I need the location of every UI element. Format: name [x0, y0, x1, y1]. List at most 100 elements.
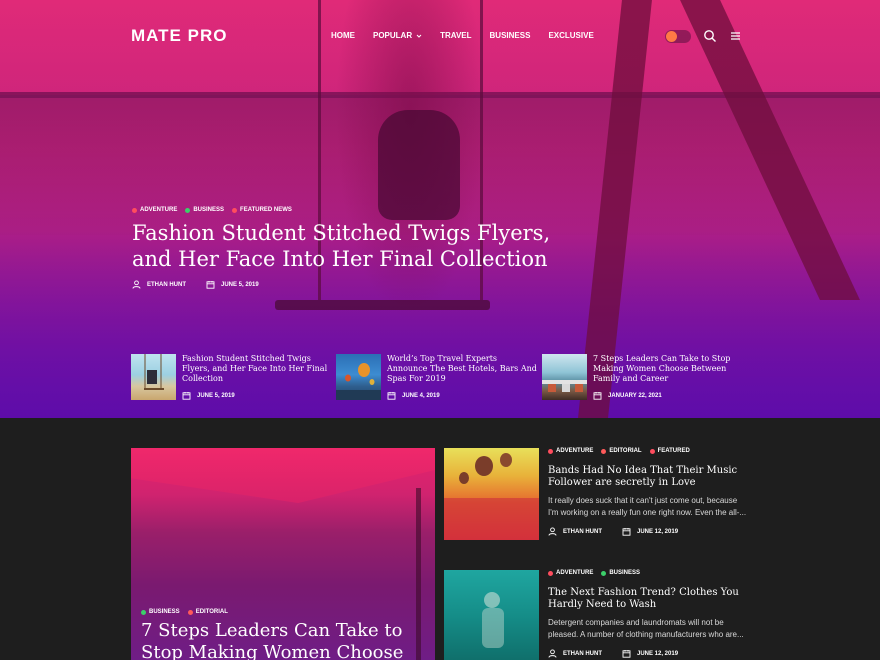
post-card[interactable]: ADVENTURE EDITORIAL FEATURED Bands Had N…	[444, 448, 754, 540]
card-title[interactable]: The Next Fashion Trend? Clothes You Hard…	[548, 587, 753, 611]
category-dot	[649, 448, 655, 454]
nav-label: BUSINESS	[489, 31, 531, 40]
post-thumbnail[interactable]	[444, 570, 539, 660]
card-categories: ADVENTURE EDITORIAL FEATURED	[548, 448, 753, 454]
category-label: FEATURED NEWS	[240, 207, 292, 213]
category-label: FEATURED	[657, 448, 690, 454]
post-thumbnail[interactable]	[336, 354, 381, 400]
calendar-icon	[622, 650, 631, 658]
category-editorial[interactable]: EDITORIAL	[601, 448, 642, 454]
category-label: EDITORIAL	[195, 609, 228, 615]
nav-popular[interactable]: POPULAR	[373, 31, 422, 40]
site-logo[interactable]: MATE PRO	[131, 26, 227, 46]
hamburger-icon	[731, 32, 740, 40]
category-featured[interactable]: FEATURED	[649, 448, 690, 454]
post-date: JUNE 5, 2019	[221, 281, 259, 288]
card-meta: ETHAN HUNT JUNE 12, 2019	[548, 527, 753, 536]
post-date: JUNE 12, 2019	[637, 528, 679, 535]
backpack	[378, 110, 460, 220]
dark-mode-toggle[interactable]	[665, 30, 691, 43]
excerpt-line: pleased. A number of clothing manufactur…	[548, 630, 744, 639]
author-name[interactable]: ETHAN HUNT	[563, 529, 602, 535]
calendar-icon	[593, 392, 602, 400]
nav-label: HOME	[331, 31, 355, 40]
hero-meta: ETHAN HUNT JUNE 5, 2019	[132, 280, 259, 289]
category-dot	[141, 609, 146, 615]
user-icon	[548, 527, 557, 536]
post-date: JANUARY 22, 2021	[608, 392, 662, 399]
nav-exclusive[interactable]: EXCLUSIVE	[548, 31, 593, 40]
sun-icon	[666, 31, 677, 42]
menu-button[interactable]	[729, 29, 743, 43]
post-meta: JANUARY 22, 2021	[593, 391, 662, 400]
category-adventure[interactable]: ADVENTURE	[132, 207, 177, 213]
category-dot	[548, 570, 553, 576]
search-button[interactable]	[703, 29, 717, 43]
featured-categories: BUSINESS EDITORIAL	[141, 609, 228, 615]
category-dot	[132, 207, 137, 213]
category-label: BUSINESS	[193, 207, 225, 213]
card-body: ADVENTURE BUSINESS The Next Fashion Tren…	[548, 570, 753, 658]
category-featured-news[interactable]: FEATURED NEWS	[232, 207, 292, 213]
nav-business[interactable]: BUSINESS	[490, 31, 531, 40]
post-title[interactable]: Fashion Student Stitched Twigs Flyers, a…	[182, 354, 332, 384]
featured-title[interactable]: 7 Steps Leaders Can Take to Stop Making …	[141, 620, 431, 660]
category-dot	[601, 448, 607, 454]
card-title[interactable]: Bands Had No Idea That Their Music Follo…	[548, 465, 753, 489]
author-name[interactable]: ETHAN HUNT	[147, 282, 186, 288]
user-icon	[132, 280, 141, 289]
post-thumbnail[interactable]	[542, 354, 587, 400]
nav-home[interactable]: HOME	[331, 31, 355, 40]
hero-title[interactable]: Fashion Student Stitched Twigs Flyers, a…	[132, 220, 552, 272]
nav-label: POPULAR	[373, 31, 413, 40]
category-label: ADVENTURE	[556, 570, 594, 576]
category-dot	[232, 207, 238, 213]
category-adventure[interactable]: ADVENTURE	[548, 448, 593, 454]
excerpt-line: I'm working on a really fun one right no…	[548, 508, 747, 517]
post-title[interactable]: World’s Top Travel Experts Announce The …	[387, 354, 537, 384]
swing-seat	[275, 300, 490, 310]
user-icon	[548, 649, 557, 658]
post-meta: JUNE 4, 2019	[387, 391, 440, 400]
search-icon	[704, 30, 716, 42]
category-dot	[185, 207, 191, 213]
nav-travel[interactable]: TRAVEL	[440, 31, 471, 40]
author-name[interactable]: ETHAN HUNT	[563, 651, 602, 657]
mini-post[interactable]: World’s Top Travel Experts Announce The …	[336, 354, 537, 402]
card-body: ADVENTURE EDITORIAL FEATURED Bands Had N…	[548, 448, 753, 536]
post-date: JUNE 5, 2019	[197, 392, 235, 399]
category-editorial[interactable]: EDITORIAL	[187, 609, 228, 615]
mini-post[interactable]: Fashion Student Stitched Twigs Flyers, a…	[131, 354, 331, 402]
category-label: EDITORIAL	[609, 448, 642, 454]
category-dot	[548, 448, 553, 454]
post-meta: JUNE 5, 2019	[182, 391, 235, 400]
post-card[interactable]: ADVENTURE BUSINESS The Next Fashion Tren…	[444, 570, 754, 660]
category-label: BUSINESS	[609, 570, 641, 576]
category-label: BUSINESS	[149, 609, 180, 615]
card-excerpt: It really does suck that it can't just c…	[548, 495, 753, 519]
mini-post[interactable]: 7 Steps Leaders Can Take to Stop Making …	[542, 354, 742, 402]
category-business[interactable]: BUSINESS	[141, 609, 180, 615]
calendar-icon	[387, 392, 396, 400]
category-business[interactable]: BUSINESS	[185, 207, 224, 213]
post-date: JUNE 12, 2019	[637, 650, 679, 657]
excerpt-line: Detergent companies and laundromats will…	[548, 618, 724, 627]
featured-post[interactable]: BUSINESS EDITORIAL 7 Steps Leaders Can T…	[131, 448, 435, 660]
calendar-icon	[206, 281, 215, 289]
category-dot	[601, 570, 607, 576]
post-title[interactable]: 7 Steps Leaders Can Take to Stop Making …	[593, 354, 743, 384]
nav-label: TRAVEL	[440, 31, 472, 40]
calendar-icon	[182, 392, 191, 400]
hero-categories: ADVENTURE BUSINESS FEATURED NEWS	[132, 207, 292, 213]
category-dot	[187, 609, 193, 615]
nav-label: EXCLUSIVE	[548, 31, 594, 40]
post-thumbnail[interactable]	[444, 448, 539, 540]
category-label: ADVENTURE	[140, 207, 178, 213]
card-categories: ADVENTURE BUSINESS	[548, 570, 753, 576]
category-business[interactable]: BUSINESS	[601, 570, 640, 576]
category-adventure[interactable]: ADVENTURE	[548, 570, 593, 576]
main-nav: HOME POPULAR TRAVEL BUSINESS EXCLUSIVE	[331, 31, 612, 40]
excerpt-line: It really does suck that it can't just c…	[548, 496, 738, 505]
post-thumbnail[interactable]	[131, 354, 176, 400]
umbrella-image	[131, 448, 435, 503]
